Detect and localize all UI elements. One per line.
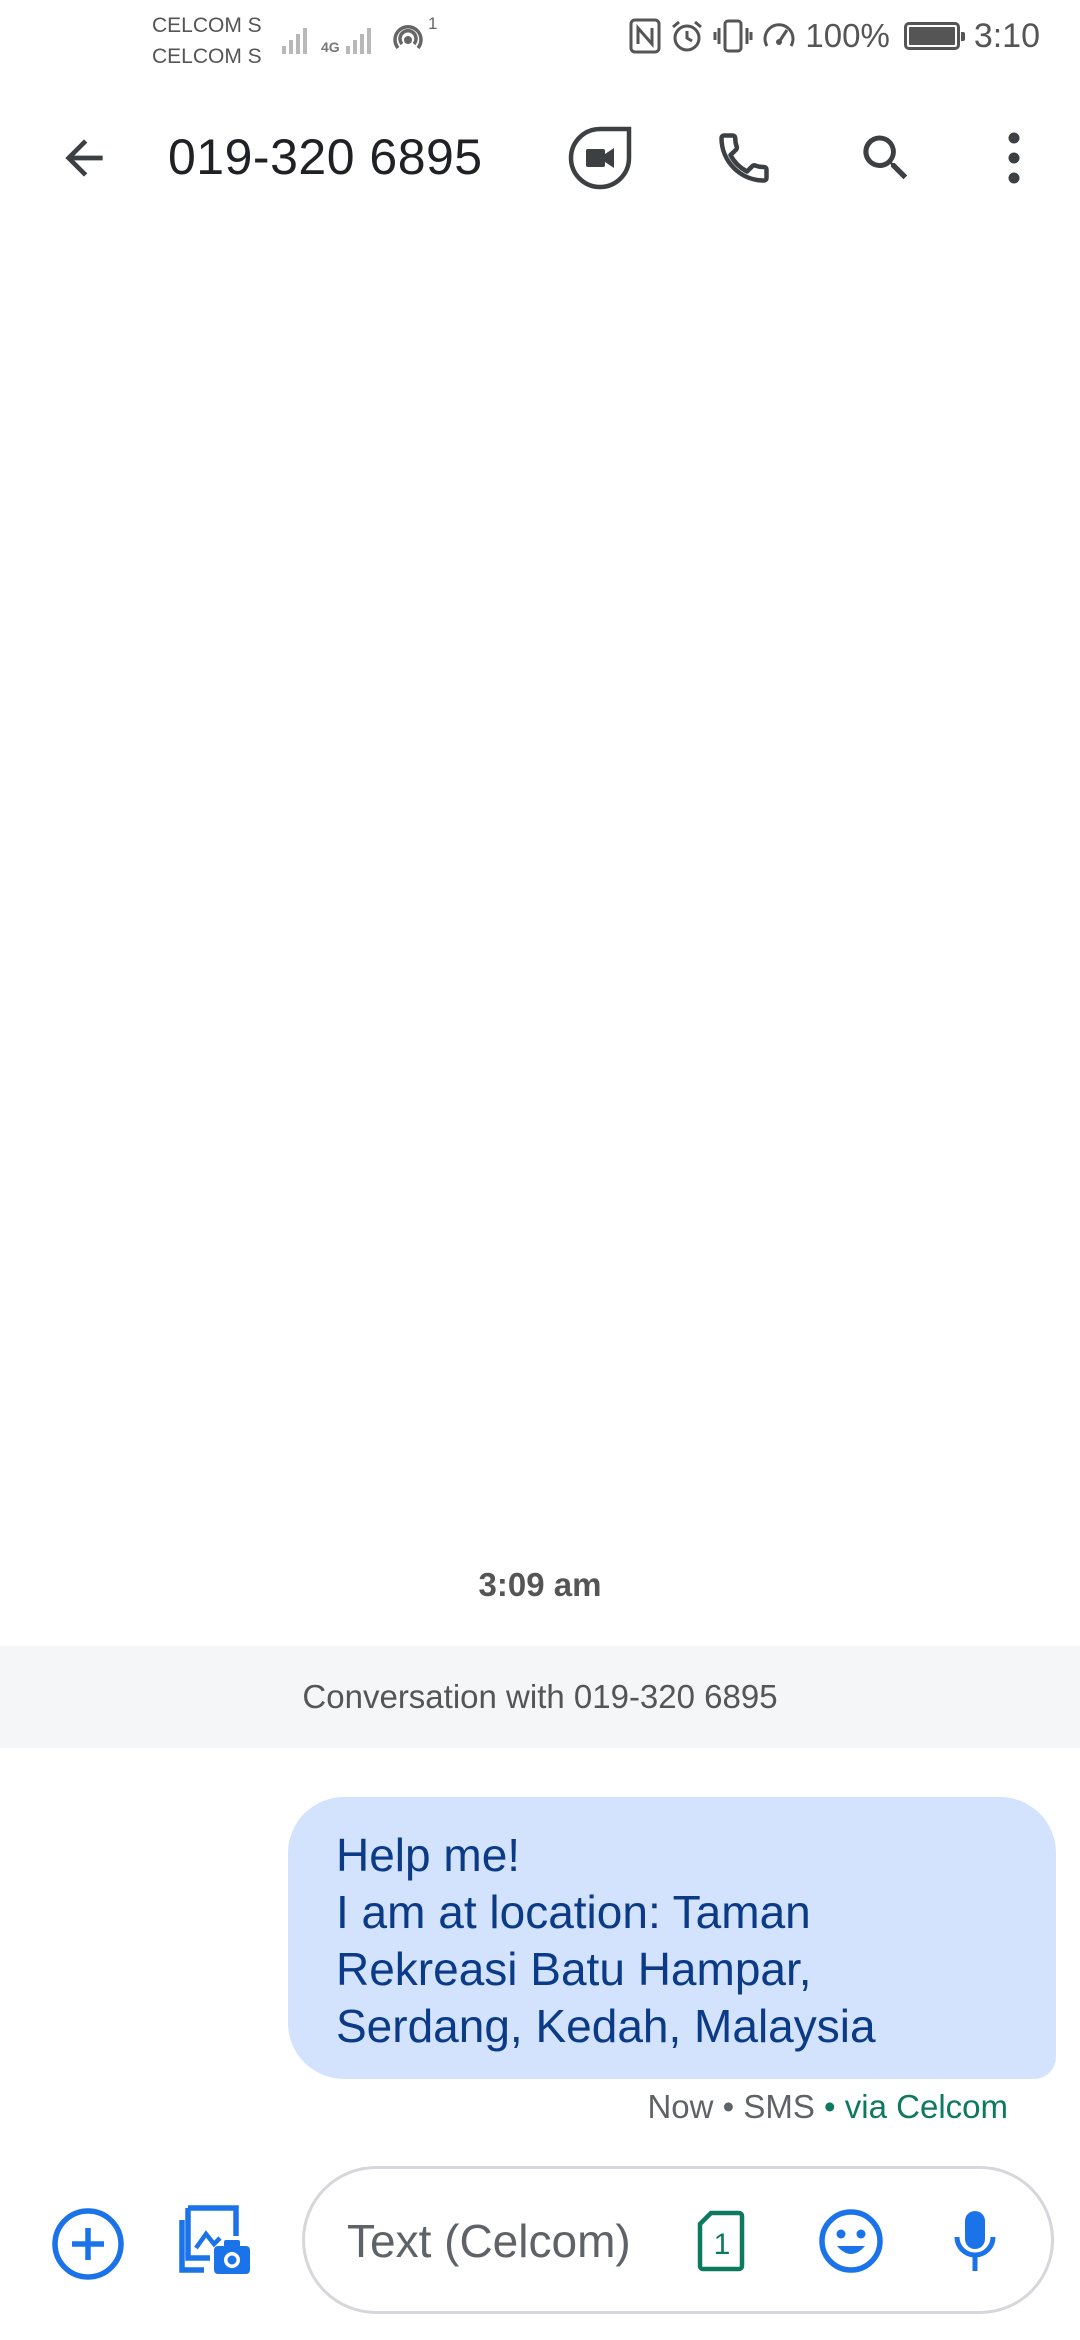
add-circle-icon xyxy=(52,2208,124,2280)
conversation-banner: Conversation with 019-320 6895 xyxy=(0,1646,1080,1748)
hotspot-count: 1 xyxy=(428,14,438,33)
mic-icon xyxy=(954,2211,996,2271)
more-options-button[interactable] xyxy=(966,110,1062,206)
signal-bars-2-icon xyxy=(345,24,371,54)
conversation-banner-text: Conversation with 019-320 6895 xyxy=(302,1678,778,1715)
voice-input-button[interactable] xyxy=(933,2199,1017,2283)
app-bar: 019-320 6895 xyxy=(0,80,1080,240)
alarm-icon xyxy=(672,20,703,52)
battery-percent: 100% xyxy=(805,17,890,54)
video-call-icon xyxy=(568,126,632,190)
status-right-icons: 100% 3:10 xyxy=(629,16,1040,56)
contact-title[interactable]: 019-320 6895 xyxy=(168,128,483,186)
signal-bars-icon xyxy=(282,24,307,54)
emoji-button[interactable] xyxy=(809,2199,893,2283)
arrow-back-icon xyxy=(65,139,103,177)
message-line: I am at location: Taman xyxy=(336,1886,811,1938)
hotspot-icon xyxy=(393,24,423,50)
carrier-2-label: CELCOM St xyxy=(152,45,262,68)
message-timestamp: 3:09 am xyxy=(478,1566,602,1603)
network-type-label: 4G xyxy=(321,39,340,55)
signal-indicators: 4G xyxy=(282,18,371,54)
message-line: Help me! xyxy=(336,1829,521,1881)
message-carrier-text: • via Celcom xyxy=(814,2088,1008,2125)
message-status-text: Now • SMS xyxy=(647,2088,815,2125)
carrier-1-label: CELCOM St xyxy=(152,14,262,37)
data-saver-icon xyxy=(763,23,795,47)
message-text: Help me! I am at location: Taman Rekreas… xyxy=(336,1827,1016,2055)
sim-number: 1 xyxy=(714,2228,731,2261)
gallery-camera-icon xyxy=(179,2205,250,2274)
gallery-button[interactable] xyxy=(166,2192,262,2288)
message-status: Now • SMS • via Celcom xyxy=(647,2088,1008,2126)
message-line: Rekreasi Batu Hampar, xyxy=(336,1943,812,1995)
call-button[interactable] xyxy=(696,110,792,206)
vibrate-icon xyxy=(713,19,753,53)
message-input[interactable] xyxy=(347,2199,667,2283)
sim-select-button[interactable]: 1 xyxy=(685,2201,757,2281)
status-bar: CELCOM St CELCOM St 4G 1 100% 3:10 xyxy=(0,0,1080,72)
nfc-icon xyxy=(629,18,661,54)
phone-icon xyxy=(719,133,769,183)
add-attachment-button[interactable] xyxy=(40,2196,136,2292)
compose-box: 1 xyxy=(302,2166,1054,2314)
message-line: Serdang, Kedah, Malaysia xyxy=(336,2000,876,2052)
sim-card-icon: 1 xyxy=(697,2210,745,2272)
search-icon xyxy=(863,135,908,180)
emoji-icon xyxy=(819,2209,883,2273)
more-vert-icon xyxy=(1008,132,1020,184)
messages-screen: CELCOM St CELCOM St 4G 1 100% 3:10 019-3… xyxy=(0,0,1080,2340)
search-button[interactable] xyxy=(838,110,934,206)
outgoing-message-bubble[interactable]: Help me! I am at location: Taman Rekreas… xyxy=(288,1797,1056,2079)
carrier-labels: CELCOM St CELCOM St xyxy=(152,10,262,72)
battery-icon xyxy=(903,22,965,50)
status-clock: 3:10 xyxy=(973,16,1040,55)
back-button[interactable] xyxy=(36,110,132,206)
video-call-button[interactable] xyxy=(552,110,648,206)
